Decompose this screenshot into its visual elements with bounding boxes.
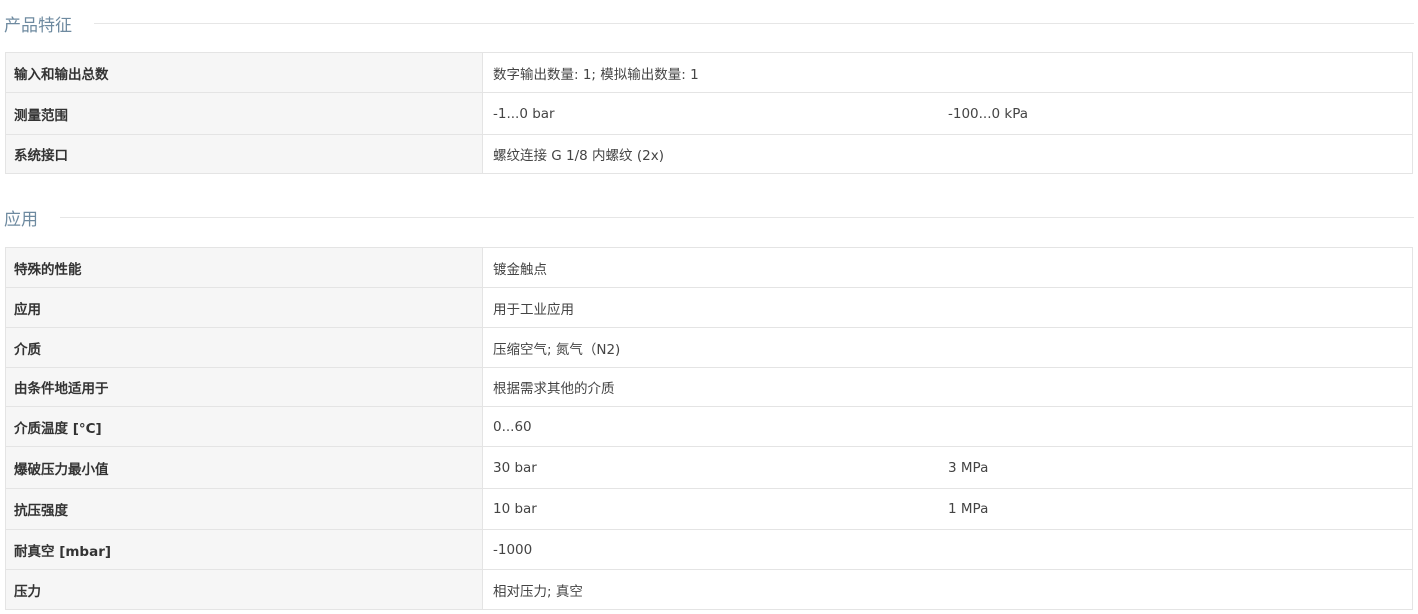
table-row: 耐真空 [mbar] -1000: [5, 529, 1413, 570]
section-header-features: 产品特征: [4, 11, 1414, 36]
table-row: 爆破压力最小值 30 bar 3 MPa: [5, 446, 1413, 489]
row-label: 压力: [5, 569, 483, 610]
table-row: 特殊的性能 镀金触点: [5, 247, 1413, 288]
row-value: 10 bar 1 MPa: [482, 488, 1413, 530]
value-primary: -1...0 bar: [493, 105, 555, 122]
value-secondary: 3 MPa: [948, 459, 989, 476]
value-secondary: 1 MPa: [948, 501, 989, 517]
row-value: 数字输出数量: 1; 模拟输出数量: 1: [482, 52, 1413, 93]
table-row: 应用 用于工业应用: [5, 287, 1413, 328]
value-primary: 数字输出数量: 1; 模拟输出数量: 1: [493, 66, 699, 83]
row-value: 相对压力; 真空: [482, 569, 1413, 610]
value-primary: 螺纹连接 G 1/8 内螺纹 (2x): [493, 148, 664, 164]
value-primary: 相对压力; 真空: [493, 583, 583, 600]
value-primary: 镀金触点: [493, 261, 547, 278]
row-value: 0...60: [482, 406, 1413, 447]
row-value: -1000: [482, 529, 1413, 570]
table-row: 由条件地适用于 根据需求其他的介质: [5, 367, 1413, 407]
features-table: 输入和输出总数 数字输出数量: 1; 模拟输出数量: 1 测量范围 -1...0…: [5, 52, 1413, 174]
value-primary: 根据需求其他的介质: [493, 381, 615, 397]
value-primary: 30 bar: [493, 459, 537, 476]
row-label: 介质温度 [°C]: [5, 406, 483, 447]
row-value: 用于工业应用: [482, 287, 1413, 328]
row-label: 由条件地适用于: [5, 367, 483, 407]
row-value: 压缩空气; 氮气（N2): [482, 327, 1413, 368]
table-row: 介质 压缩空气; 氮气（N2): [5, 327, 1413, 368]
value-primary: 10 bar: [493, 501, 537, 517]
value-primary: 用于工业应用: [493, 301, 574, 318]
value-secondary: -100...0 kPa: [948, 105, 1029, 122]
row-label: 系统接口: [5, 134, 483, 174]
section-header-application: 应用: [4, 205, 1414, 230]
section-divider: [60, 216, 1414, 218]
table-row: 输入和输出总数 数字输出数量: 1; 模拟输出数量: 1: [5, 52, 1413, 93]
table-row: 测量范围 -1...0 bar -100...0 kPa: [5, 92, 1413, 135]
row-value: 30 bar 3 MPa: [482, 446, 1413, 489]
row-label: 特殊的性能: [5, 247, 483, 288]
row-label: 爆破压力最小值: [5, 446, 483, 489]
value-primary: -1000: [493, 541, 533, 558]
row-value: 镀金触点: [482, 247, 1413, 288]
section-title: 产品特征: [4, 15, 72, 36]
value-primary: 压缩空气; 氮气（N2): [493, 341, 621, 358]
row-value: 根据需求其他的介质: [482, 367, 1413, 407]
table-row: 系统接口 螺纹连接 G 1/8 内螺纹 (2x): [5, 134, 1413, 174]
table-row: 压力 相对压力; 真空: [5, 569, 1413, 610]
row-label: 输入和输出总数: [5, 52, 483, 93]
row-value: 螺纹连接 G 1/8 内螺纹 (2x): [482, 134, 1413, 174]
table-row: 抗压强度 10 bar 1 MPa: [5, 488, 1413, 530]
table-row: 介质温度 [°C] 0...60: [5, 406, 1413, 447]
row-value: -1...0 bar -100...0 kPa: [482, 92, 1413, 135]
row-label: 抗压强度: [5, 488, 483, 530]
value-primary: 0...60: [493, 418, 532, 435]
section-divider: [94, 22, 1414, 24]
row-label: 耐真空 [mbar]: [5, 529, 483, 570]
row-label: 应用: [5, 287, 483, 328]
application-table: 特殊的性能 镀金触点 应用 用于工业应用 介质 压缩空气; 氮气（N2) 由条件…: [5, 247, 1413, 610]
row-label: 测量范围: [5, 92, 483, 135]
row-label: 介质: [5, 327, 483, 368]
section-title: 应用: [4, 209, 38, 230]
